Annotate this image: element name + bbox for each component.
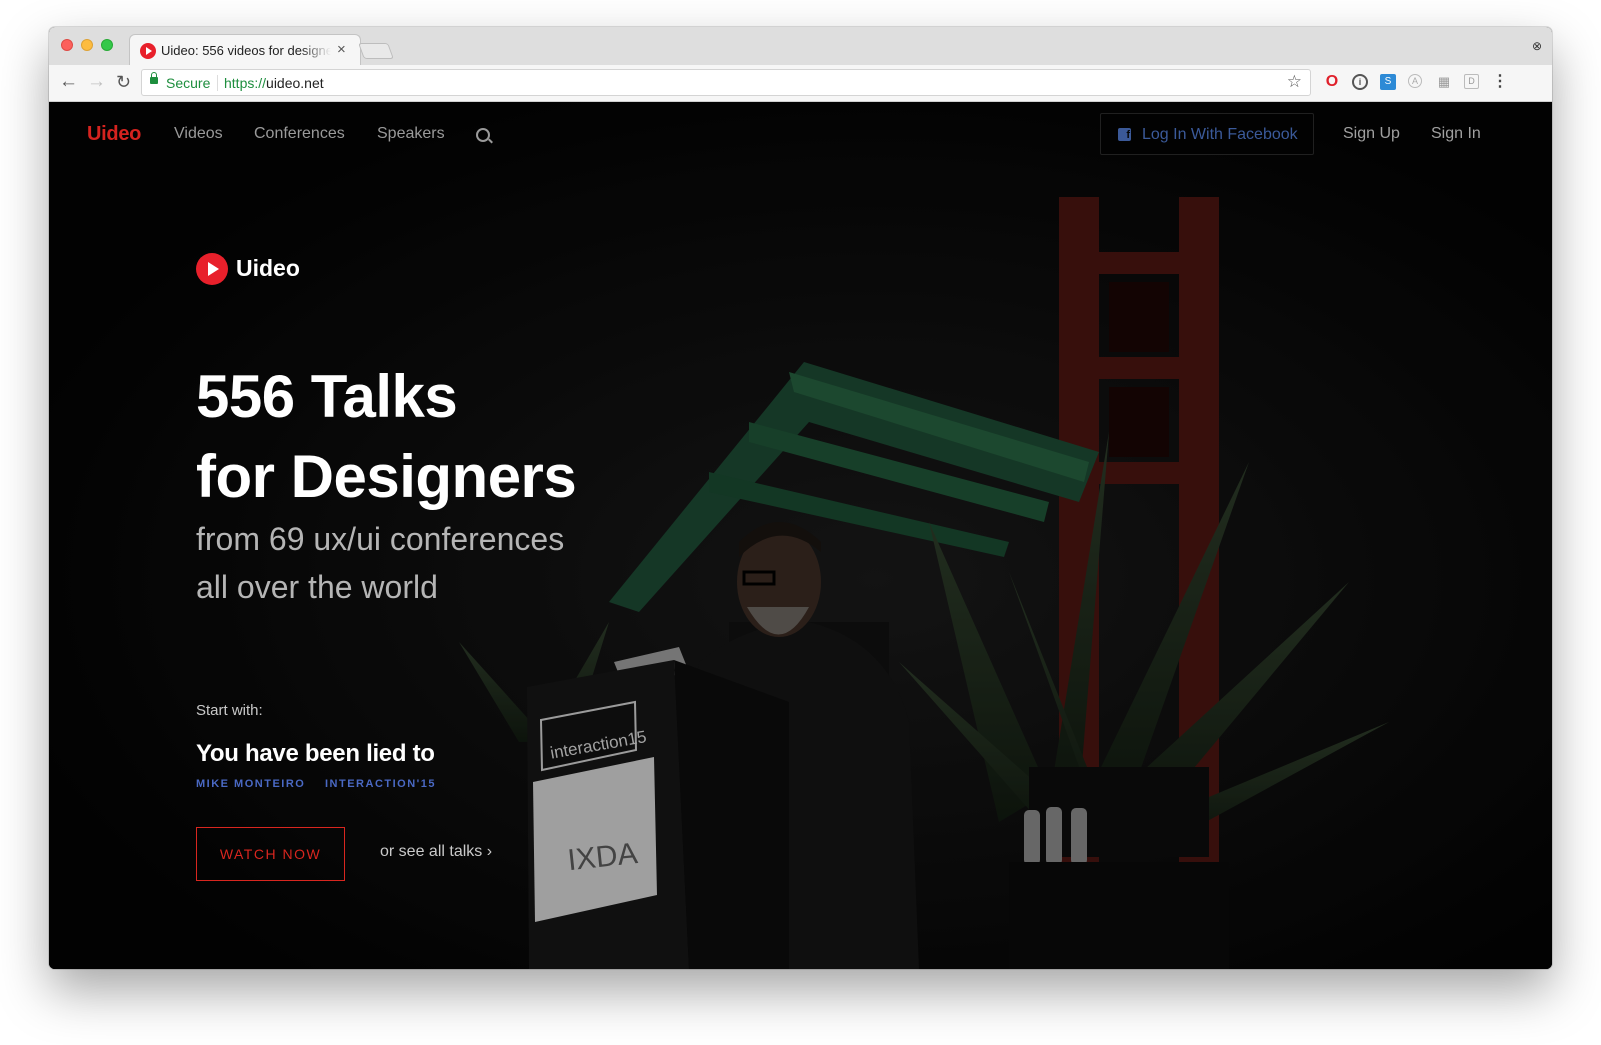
watch-now-button[interactable]: WATCH NOW: [196, 827, 345, 881]
tab-strip: Uideo: 556 videos for designers × ⊗: [49, 27, 1552, 66]
grid-extension-icon[interactable]: ▦: [1436, 74, 1452, 90]
nav-conferences[interactable]: Conferences: [254, 125, 345, 143]
facebook-login-label: Log In With Facebook: [1142, 126, 1298, 143]
sign-in-link[interactable]: Sign In: [1431, 125, 1481, 143]
headline-line-2: for Designers: [196, 443, 577, 510]
forward-icon[interactable]: →: [87, 71, 106, 93]
start-with-label: Start with:: [196, 702, 263, 719]
password-extension-icon[interactable]: i: [1352, 74, 1368, 90]
url-host: uideo.net: [266, 75, 324, 91]
lock-icon: [150, 72, 158, 84]
talk-event-link[interactable]: INTERACTION'15: [325, 778, 436, 790]
close-window-button[interactable]: [61, 39, 73, 51]
profile-icon[interactable]: ⊗: [1532, 39, 1542, 53]
featured-talk-title[interactable]: You have been lied to: [196, 740, 435, 768]
see-all-talks-link[interactable]: or see all talks ›: [380, 843, 492, 861]
new-tab-button[interactable]: [358, 43, 394, 59]
hero-headline: 556 Talks for Designers: [196, 357, 796, 517]
tab-close-button[interactable]: ×: [337, 41, 346, 58]
subhead-line-1: from 69 ux/ui conferences: [196, 521, 565, 557]
site-header: Uideo Videos Conferences Speakers f Log …: [49, 102, 1552, 168]
maximize-window-button[interactable]: [101, 39, 113, 51]
headline-line-1: 556 Talks: [196, 363, 458, 430]
page-viewport: interaction15 IXDA Uideo Videos Conferen…: [49, 102, 1552, 969]
browser-toolbar: ← → ↻ Secure https://uideo.net ☆ O i S A…: [49, 65, 1552, 102]
browser-window: Uideo: 556 videos for designers × ⊗ ← → …: [49, 27, 1552, 969]
back-icon[interactable]: ←: [59, 71, 78, 93]
url-divider: [217, 75, 218, 91]
url-scheme: https://: [224, 75, 267, 91]
adblock-extension-icon[interactable]: A: [1408, 74, 1422, 88]
brand-logo[interactable]: Uideo: [87, 123, 141, 146]
subhead-line-2: all over the world: [196, 569, 438, 605]
nav-speakers[interactable]: Speakers: [377, 125, 445, 143]
pixel-extension-icon[interactable]: S: [1380, 74, 1396, 90]
star-icon[interactable]: ☆: [1287, 72, 1302, 92]
opera-extension-icon[interactable]: O: [1324, 74, 1340, 90]
address-bar[interactable]: Secure https://uideo.net ☆: [141, 69, 1311, 96]
url-text[interactable]: https://uideo.net: [224, 75, 324, 91]
secure-label: Secure: [166, 75, 211, 91]
d-extension-icon[interactable]: D: [1464, 74, 1479, 89]
browser-tab[interactable]: Uideo: 556 videos for designers ×: [129, 34, 361, 66]
sign-up-link[interactable]: Sign Up: [1343, 125, 1400, 143]
facebook-icon: f: [1118, 128, 1131, 141]
talk-speaker-link[interactable]: MIKE MONTEIRO: [196, 778, 305, 790]
search-icon[interactable]: [476, 128, 490, 142]
reload-icon[interactable]: ↻: [116, 71, 131, 93]
play-icon: [140, 43, 156, 59]
minimize-window-button[interactable]: [81, 39, 93, 51]
hero-logo-text: Uideo: [236, 255, 300, 281]
play-icon: [196, 253, 228, 285]
nav-videos[interactable]: Videos: [174, 125, 223, 143]
tab-title: Uideo: 556 videos for designers: [161, 43, 331, 58]
facebook-login-button[interactable]: f Log In With Facebook: [1100, 113, 1314, 155]
hero-subhead: from 69 ux/ui conferences all over the w…: [196, 515, 696, 611]
menu-icon[interactable]: ⋮: [1492, 74, 1508, 90]
